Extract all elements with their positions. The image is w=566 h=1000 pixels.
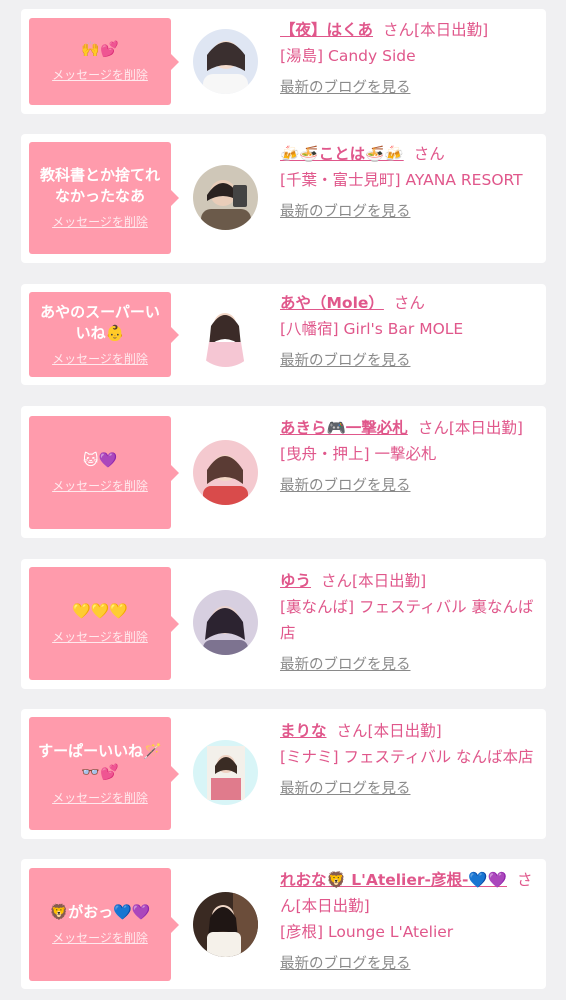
message-bubble: 🐱💜 メッセージを削除 bbox=[29, 416, 179, 529]
cast-name-link[interactable]: まりな bbox=[280, 722, 327, 740]
avatar[interactable] bbox=[193, 302, 258, 367]
latest-blog-link[interactable]: 最新のブログを見る bbox=[280, 199, 411, 225]
shop-name: [千葉・富士見町] AYANA RESORT bbox=[280, 171, 523, 189]
cast-name-link[interactable]: あきら🎮一撃必札 bbox=[280, 419, 408, 437]
status-text: [本日出勤] bbox=[352, 572, 427, 590]
latest-blog-link[interactable]: 最新のブログを見る bbox=[280, 348, 411, 374]
latest-blog-link[interactable]: 最新のブログを見る bbox=[280, 75, 411, 101]
cast-name-link[interactable]: ゆう bbox=[280, 572, 311, 590]
message-text: 🐱💜 bbox=[82, 451, 118, 469]
honorific: さん bbox=[413, 145, 445, 163]
shop-name: [ミナミ] フェスティバル なんば本店 bbox=[280, 748, 534, 766]
honorific: さん bbox=[321, 572, 353, 590]
message-text: あやのスーパーいいね👶 bbox=[40, 302, 160, 342]
cast-info: れおな🦁 L'Atelier-彦根-💙💜 さん[本日出勤] [彦根] Lounge… bbox=[280, 867, 542, 977]
message-bubble: 教科書とか捨てれなかったなあ メッセージを削除 bbox=[29, 142, 179, 254]
message-card: 教科書とか捨てれなかったなあ メッセージを削除 🍻🍜ことは🍜🍻 さん [千葉・富士… bbox=[21, 134, 546, 263]
message-bubble: あやのスーパーいいね👶 メッセージを削除 bbox=[29, 292, 179, 377]
message-text: 🙌💕 bbox=[81, 40, 119, 58]
delete-message-link[interactable]: メッセージを削除 bbox=[52, 789, 148, 807]
message-text: 🦁がおっ💙💜 bbox=[49, 903, 151, 921]
cast-info: 🍻🍜ことは🍜🍻 さん [千葉・富士見町] AYANA RESORT 最新のブログを… bbox=[280, 141, 542, 225]
shop-name: [湯島] Candy Side bbox=[280, 47, 416, 65]
delete-message-link[interactable]: メッセージを削除 bbox=[52, 929, 148, 947]
cast-name-link[interactable]: れおな🦁 L'Atelier-彦根-💙💜 bbox=[280, 871, 507, 889]
honorific: さん bbox=[383, 21, 415, 39]
latest-blog-link[interactable]: 最新のブログを見る bbox=[280, 473, 411, 499]
shop-name: [曳舟・押上] 一撃必札 bbox=[280, 445, 437, 463]
cast-info: まりな さん[本日出勤] [ミナミ] フェスティバル なんば本店 最新のブログを見… bbox=[280, 718, 542, 802]
delete-message-link[interactable]: メッセージを削除 bbox=[52, 350, 148, 368]
delete-message-link[interactable]: メッセージを削除 bbox=[52, 213, 148, 231]
message-bubble: 🦁がおっ💙💜 メッセージを削除 bbox=[29, 868, 179, 981]
cast-name-link[interactable]: 🍻🍜ことは🍜🍻 bbox=[280, 145, 404, 163]
status-text: [本日出勤] bbox=[367, 722, 442, 740]
delete-message-link[interactable]: メッセージを削除 bbox=[52, 477, 148, 495]
cast-info: 【夜】はくあ さん[本日出勤] [湯島] Candy Side 最新のブログを見る bbox=[280, 17, 542, 101]
message-card: 🙌💕 メッセージを削除 【夜】はくあ さん[本日出勤] [湯島] Candy Si… bbox=[21, 9, 546, 114]
latest-blog-link[interactable]: 最新のブログを見る bbox=[280, 776, 411, 802]
avatar[interactable] bbox=[193, 440, 258, 505]
delete-message-link[interactable]: メッセージを削除 bbox=[52, 66, 148, 84]
message-card: あやのスーパーいいね👶 メッセージを削除 あや（Mole） さん [八幡宿] Gi… bbox=[21, 284, 546, 385]
message-text: 💛💛💛 bbox=[71, 602, 129, 620]
message-card: 🦁がおっ💙💜 メッセージを削除 れおな🦁 L'Atelier-彦根-💙💜 さん[本… bbox=[21, 859, 546, 989]
message-bubble: すーぱーいいね🪄👓💕 メッセージを削除 bbox=[29, 717, 179, 830]
cast-name-link[interactable]: 【夜】はくあ bbox=[280, 21, 373, 39]
message-bubble: 🙌💕 メッセージを削除 bbox=[29, 18, 179, 105]
honorific: さん bbox=[336, 722, 368, 740]
cast-info: ゆう さん[本日出勤] [裏なんば] フェスティバル 裏なんば店 最新のブログを見… bbox=[280, 568, 542, 678]
shop-name: [彦根] Lounge L'Atelier bbox=[280, 923, 454, 941]
shop-name: [八幡宿] Girl's Bar MOLE bbox=[280, 320, 464, 338]
honorific: さん bbox=[393, 294, 425, 312]
latest-blog-link[interactable]: 最新のブログを見る bbox=[280, 951, 411, 977]
avatar[interactable] bbox=[193, 29, 258, 94]
message-card: すーぱーいいね🪄👓💕 メッセージを削除 まりな さん[本日出勤] [ミナミ] フェ… bbox=[21, 709, 546, 839]
honorific: さん bbox=[417, 419, 449, 437]
avatar[interactable] bbox=[193, 165, 258, 230]
cast-name-link[interactable]: あや（Mole） bbox=[280, 294, 384, 312]
message-text: すーぱーいいね🪄👓💕 bbox=[38, 741, 162, 781]
latest-blog-link[interactable]: 最新のブログを見る bbox=[280, 652, 411, 678]
avatar[interactable] bbox=[193, 740, 258, 805]
avatar[interactable] bbox=[193, 892, 258, 957]
delete-message-link[interactable]: メッセージを削除 bbox=[52, 628, 148, 646]
status-text: [本日出勤] bbox=[414, 21, 489, 39]
message-text: 教科書とか捨てれなかったなあ bbox=[39, 166, 160, 205]
message-bubble: 💛💛💛 メッセージを削除 bbox=[29, 567, 179, 680]
cast-info: あや（Mole） さん [八幡宿] Girl's Bar MOLE 最新のブログを… bbox=[280, 290, 542, 374]
shop-name: [裏なんば] フェスティバル 裏なんば店 bbox=[280, 598, 534, 642]
message-card: 🐱💜 メッセージを削除 あきら🎮一撃必札 さん[本日出勤] [曳舟・押上] 一撃必… bbox=[21, 406, 546, 538]
status-text: [本日出勤] bbox=[295, 897, 370, 915]
status-text: [本日出勤] bbox=[448, 419, 523, 437]
cast-info: あきら🎮一撃必札 さん[本日出勤] [曳舟・押上] 一撃必札 最新のブログを見る bbox=[280, 415, 542, 499]
avatar[interactable] bbox=[193, 590, 258, 655]
message-card: 💛💛💛 メッセージを削除 ゆう さん[本日出勤] [裏なんば] フェスティバル 裏… bbox=[21, 559, 546, 689]
